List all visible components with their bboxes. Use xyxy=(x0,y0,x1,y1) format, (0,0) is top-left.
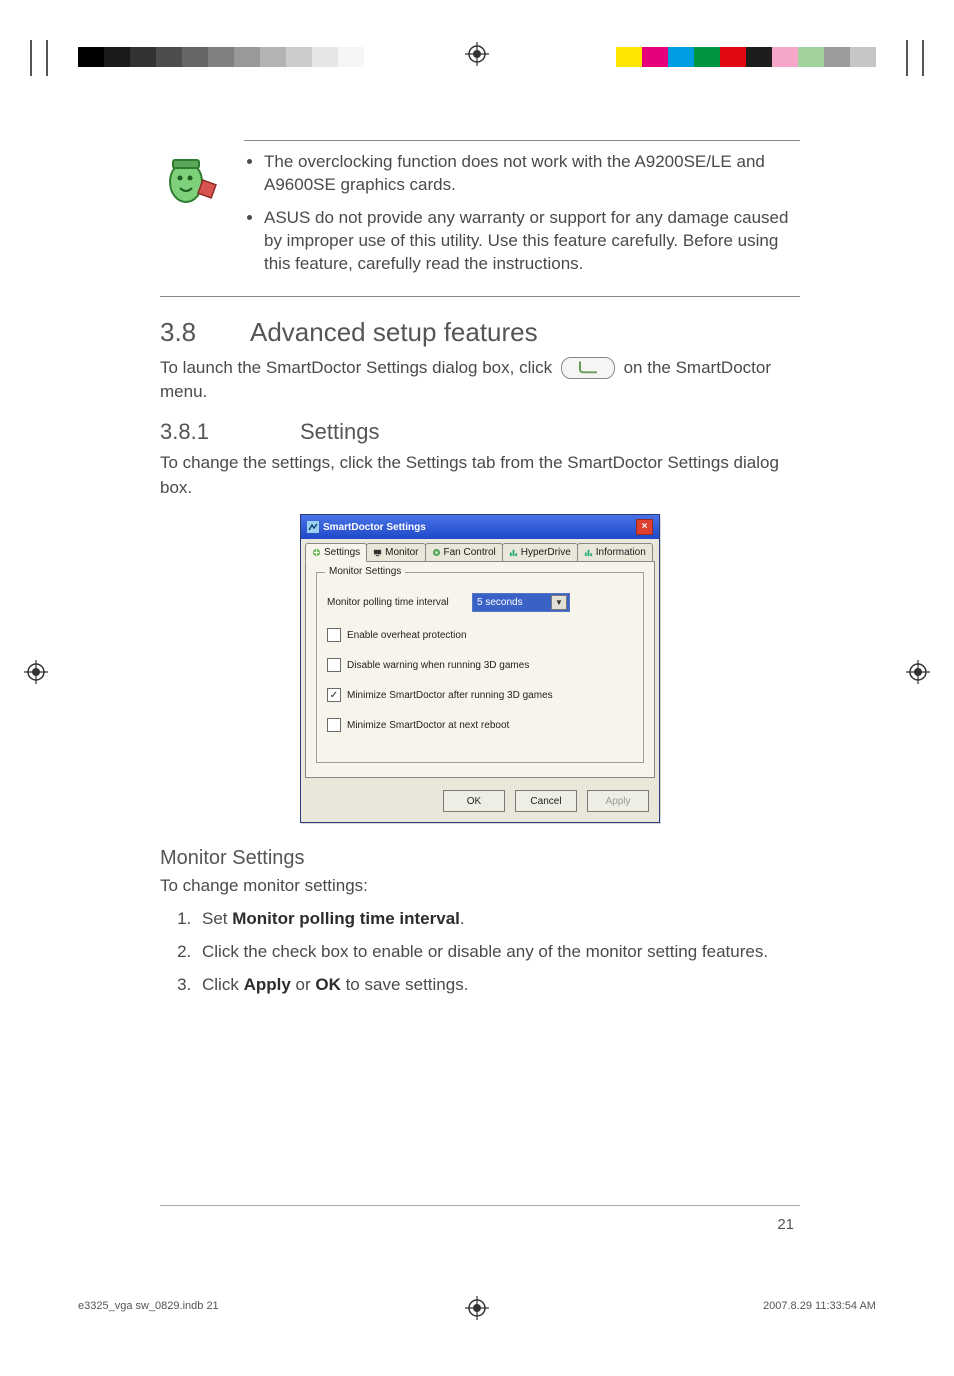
color-bar xyxy=(616,47,876,67)
registration-mark-icon xyxy=(465,42,489,66)
checkbox-disable-warning[interactable] xyxy=(327,658,341,672)
checkbox-label: Minimize SmartDoctor after running 3D ga… xyxy=(347,690,553,701)
ok-button[interactable]: OK xyxy=(443,790,505,812)
checkbox-minimize-after-3d[interactable]: ✓ xyxy=(327,688,341,702)
footer-rule xyxy=(160,1205,800,1206)
checkbox-overheat[interactable] xyxy=(327,628,341,642)
tab-fan-control[interactable]: Fan Control xyxy=(425,543,503,561)
steps-list: Set Monitor polling time interval. Click… xyxy=(160,905,800,999)
page-number: 21 xyxy=(777,1216,794,1233)
monitor-settings-intro: To change monitor settings: xyxy=(160,874,800,899)
group-legend: Monitor Settings xyxy=(325,566,405,577)
close-button[interactable]: × xyxy=(636,519,653,535)
checkbox-label: Minimize SmartDoctor at next reboot xyxy=(347,720,509,731)
print-registration-top xyxy=(0,22,954,46)
note-item: ASUS do not provide any warranty or supp… xyxy=(264,207,800,276)
tab-body: Monitor Settings Monitor polling time in… xyxy=(305,561,655,778)
monitor-settings-group: Monitor Settings Monitor polling time in… xyxy=(316,572,644,763)
subsection-intro: To change the settings, click the Settin… xyxy=(160,451,800,500)
tab-settings[interactable]: Settings xyxy=(305,543,367,562)
checkbox-label: Disable warning when running 3D games xyxy=(347,660,529,671)
gear-plus-icon xyxy=(312,548,321,557)
page-content: The overclocking function does not work … xyxy=(160,140,800,1004)
section-heading: 3.8Advanced setup features xyxy=(160,317,800,348)
step-item: Click Apply or OK to save settings. xyxy=(196,971,800,998)
tab-monitor[interactable]: Monitor xyxy=(366,543,425,561)
note-block: The overclocking function does not work … xyxy=(160,140,800,297)
polling-interval-label: Monitor polling time interval xyxy=(327,597,472,608)
checkbox-minimize-reboot[interactable] xyxy=(327,718,341,732)
note-icon xyxy=(160,148,220,208)
chart-icon xyxy=(584,548,593,557)
note-item: The overclocking function does not work … xyxy=(264,151,800,197)
settings-toolbar-icon xyxy=(561,357,615,379)
polling-interval-select[interactable]: 5 seconds ▼ xyxy=(472,593,570,612)
dialog-buttons: OK Cancel Apply xyxy=(301,782,659,822)
apply-button[interactable]: Apply xyxy=(587,790,649,812)
registration-mark-icon xyxy=(24,660,48,684)
fan-icon xyxy=(432,548,441,557)
grayscale-bar xyxy=(78,47,364,67)
smartdoctor-settings-dialog: SmartDoctor Settings × Settings Monitor … xyxy=(300,514,660,823)
print-footer: e3325_vga sw_0829.indb 21 2007.8.29 11:3… xyxy=(78,1300,876,1312)
app-icon xyxy=(307,521,319,533)
step-item: Set Monitor polling time interval. xyxy=(196,905,800,932)
cancel-button[interactable]: Cancel xyxy=(515,790,577,812)
registration-mark-icon xyxy=(906,660,930,684)
footer-timestamp: 2007.8.29 11:33:54 AM xyxy=(763,1300,876,1312)
dialog-title: SmartDoctor Settings xyxy=(323,522,426,533)
monitor-icon xyxy=(373,548,382,557)
chart-icon xyxy=(509,548,518,557)
tabs-row: Settings Monitor Fan Control HyperDrive … xyxy=(301,539,659,561)
tab-hyperdrive[interactable]: HyperDrive xyxy=(502,543,578,561)
step-item: Click the check box to enable or disable… xyxy=(196,938,800,965)
checkbox-label: Enable overheat protection xyxy=(347,630,467,641)
subsection-heading: 3.8.1Settings xyxy=(160,419,800,445)
tab-information[interactable]: Information xyxy=(577,543,653,561)
monitor-settings-heading: Monitor Settings xyxy=(160,847,800,870)
section-intro: To launch the SmartDoctor Settings dialo… xyxy=(160,356,800,405)
dialog-titlebar: SmartDoctor Settings × xyxy=(301,515,659,539)
footer-filename: e3325_vga sw_0829.indb 21 xyxy=(78,1300,219,1312)
chevron-down-icon: ▼ xyxy=(551,595,567,610)
